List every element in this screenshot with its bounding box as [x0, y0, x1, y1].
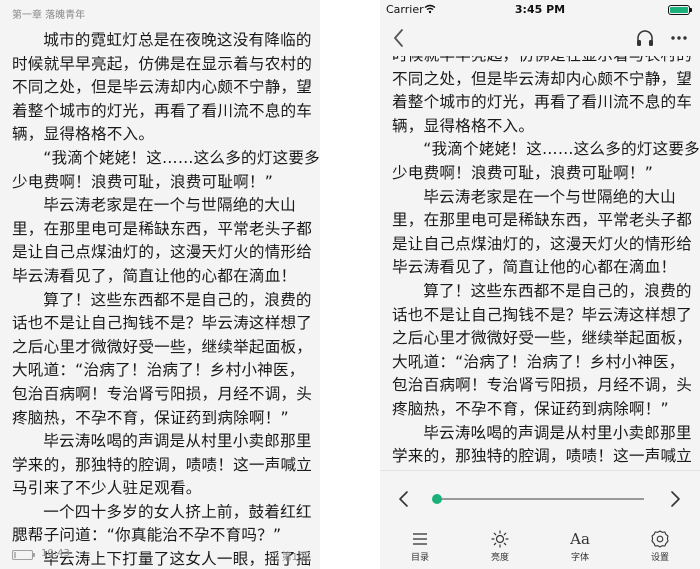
text-line: 毕云涛吆喝的声调是从村里小卖郎那里	[43, 432, 312, 451]
text-line: 包治百病啊！专治肾亏阳损，月经不调，头	[392, 376, 693, 395]
chapter-title: 第一章 落魄青年	[12, 10, 86, 21]
text-line: 是让自己点煤油灯的，这漫天灯火的情形给	[392, 234, 693, 253]
text-line: 少电费啊！浪费可耻，浪费可耻啊！”	[12, 172, 273, 191]
text-line: 大吼道：“治病了！治病了！乡村小神医，	[12, 361, 305, 380]
more-icon[interactable]	[668, 27, 690, 49]
text-line: 毕云涛看见了，简直让他的心都在滴血！	[12, 266, 297, 285]
text-line: 话也不是让自己掏钱不是？毕云涛这样想了	[12, 314, 313, 333]
text-line: 话也不是让自己掏钱不是？毕云涛这样想了	[392, 305, 693, 324]
text-line: 大吼道：“治病了！治病了！乡村小神医，	[392, 352, 685, 371]
progress-slider-thumb[interactable]	[432, 494, 442, 504]
text-line: 少电费啊！浪费可耻，浪费可耻啊！”	[392, 163, 653, 182]
battery-icon	[12, 550, 35, 560]
page-number: 第1页	[281, 552, 308, 563]
brightness-button[interactable]: 亮度	[470, 529, 530, 567]
text-line: 毕云涛吆喝的声调是从村里小卖郎那里	[423, 423, 692, 442]
text-line: 辆，显得格格不入。	[392, 116, 535, 135]
text-line: 不同之处，但是毕云涛却内心颇不宁静，望	[392, 69, 693, 88]
chapter-text-menu: 时候就早早亮起，仿佛是在显示着与农村的不同之处，但是毕云涛却内心颇不宁静，望着整…	[392, 44, 700, 516]
prev-chapter-icon[interactable]	[394, 489, 414, 509]
reader-page-left[interactable]: 第一章 落魄青年 城市的霓虹灯总是在夜晚这没有降临的时候就早早亮起，仿佛是在显示…	[0, 0, 320, 569]
text-line: 毕云涛老家是在一个与世隔绝的大山	[43, 196, 296, 215]
font-label: 字体	[570, 553, 589, 563]
text-line: 是让自己点煤油灯的，这漫天灯火的情形给	[12, 243, 313, 262]
text-line: 学来的，那独特的腔调，啧啧！这一声喊立	[12, 455, 313, 474]
text-line: 城市的霓虹灯总是在夜晚这没有降临的	[43, 31, 312, 49]
gear-icon	[651, 530, 669, 548]
toc-label: 目录	[410, 553, 429, 563]
sun-icon	[491, 530, 509, 548]
reader-time: 10:43	[41, 548, 70, 559]
battery-icon	[668, 5, 692, 15]
font-button[interactable]: Aa 字体	[550, 529, 610, 567]
text-line: 算了！这些东西都不是自己的，浪费的	[43, 290, 312, 309]
text-line: 里，在那里电可是稀缺东西，平常老头子都	[392, 211, 693, 230]
chapter-text: 城市的霓虹灯总是在夜晚这没有降临的时候就早早亮起，仿佛是在显示着与农村的 不同之处…	[12, 29, 320, 569]
text-line: 之后心里才微微好受一些，继续举起面板，	[12, 337, 313, 356]
text-line: “我滴个姥姥！这……这么多的灯这要多	[423, 140, 700, 159]
list-icon	[413, 533, 427, 545]
reader-top-menu	[380, 20, 700, 56]
text-line: 之后心里才微微好受一些，继续举起面板，	[392, 329, 693, 348]
text-line: 一个四十多岁的女人挤上前，鼓着红红	[43, 502, 312, 521]
headphones-icon[interactable]	[634, 27, 656, 49]
text-line: 毕云涛老家是在一个与世隔绝的大山	[423, 187, 676, 206]
text-line: 疼脑热，不孕不育，保证药到病除啊！”	[12, 408, 289, 427]
text-line: 腮帮子问道：“你真能治不孕不育吗？”	[12, 526, 282, 545]
progress-slider[interactable]	[436, 498, 644, 500]
settings-label: 设置	[650, 553, 669, 563]
text-line: 算了！这些东西都不是自己的，浪费的	[423, 281, 692, 300]
toc-button[interactable]: 目录	[390, 529, 450, 567]
back-chevron-icon[interactable]	[388, 26, 412, 50]
text-line: “我滴个姥姥！这……这么多的灯这要多	[43, 148, 320, 167]
text-line: 着整个城市的灯光，再看了看川流不息的车	[392, 93, 693, 112]
text-line: 着整个城市的灯光，再看了看川流不息的车	[12, 101, 313, 120]
text-line: 疼脑热，不孕不育，保证药到病除啊！”	[392, 399, 669, 418]
reader-status-footer: 10:43 第1页	[0, 547, 320, 563]
brightness-label: 亮度	[490, 553, 509, 563]
status-clock: 3:45 PM	[514, 3, 566, 16]
text-line: 毕云涛看见了，简直让他的心都在滴血！	[392, 258, 677, 277]
ios-status-bar: Carrier 3:45 PM	[380, 0, 700, 20]
reader-bottom-menu: 目录 亮度 Aa 字体 设置	[380, 470, 700, 569]
font-icon: Aa	[570, 530, 590, 548]
text-line: 马引来了不少人驻足观看。	[12, 479, 202, 498]
text-line: 不同之处，但是毕云涛却内心颇不宁静，望	[12, 78, 313, 97]
settings-button[interactable]: 设置	[630, 529, 690, 567]
text-line: 包治百病啊！专治肾亏阳损，月经不调，头	[12, 384, 313, 403]
text-line: 里，在那里电可是稀缺东西，平常老头子都	[12, 219, 313, 238]
text-line: 时候就早早亮起，仿佛是在显示着与农村的	[12, 54, 313, 73]
reader-page-right[interactable]: 时候就早早亮起，仿佛是在显示着与农村的不同之处，但是毕云涛却内心颇不宁静，望着整…	[380, 0, 700, 569]
text-line: 学来的，那独特的腔调，啧啧！这一声喊立	[392, 447, 693, 466]
next-chapter-icon[interactable]	[665, 489, 685, 509]
text-line: 辆，显得格格不入。	[12, 125, 155, 144]
